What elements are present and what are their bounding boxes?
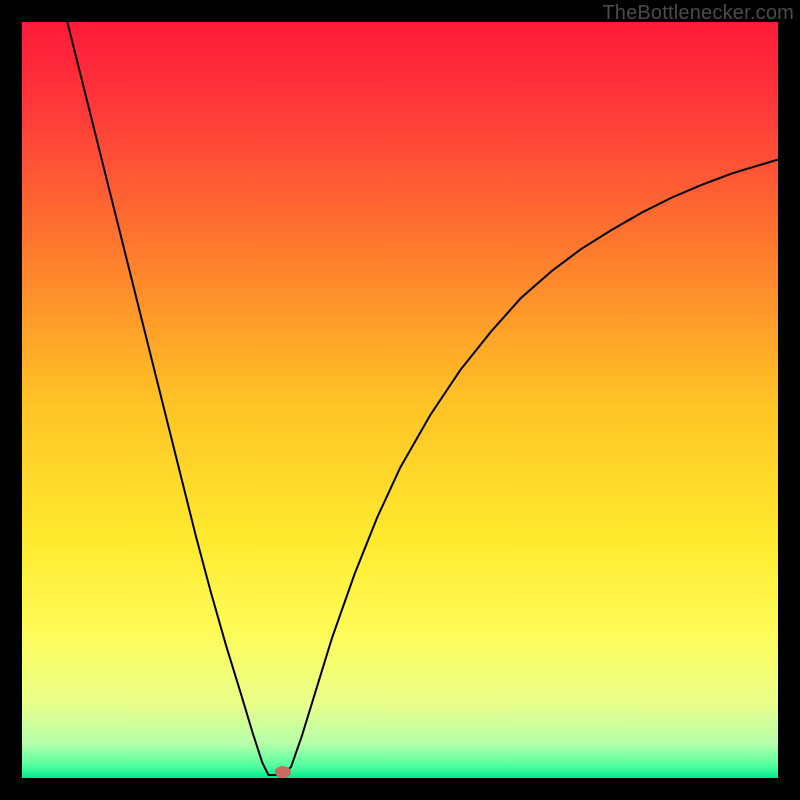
gradient-background [22,22,778,778]
chart-svg [22,22,778,778]
plot-area [22,22,778,778]
chart-frame: TheBottlenecker.com [0,0,800,800]
optimal-point-marker [275,766,291,778]
